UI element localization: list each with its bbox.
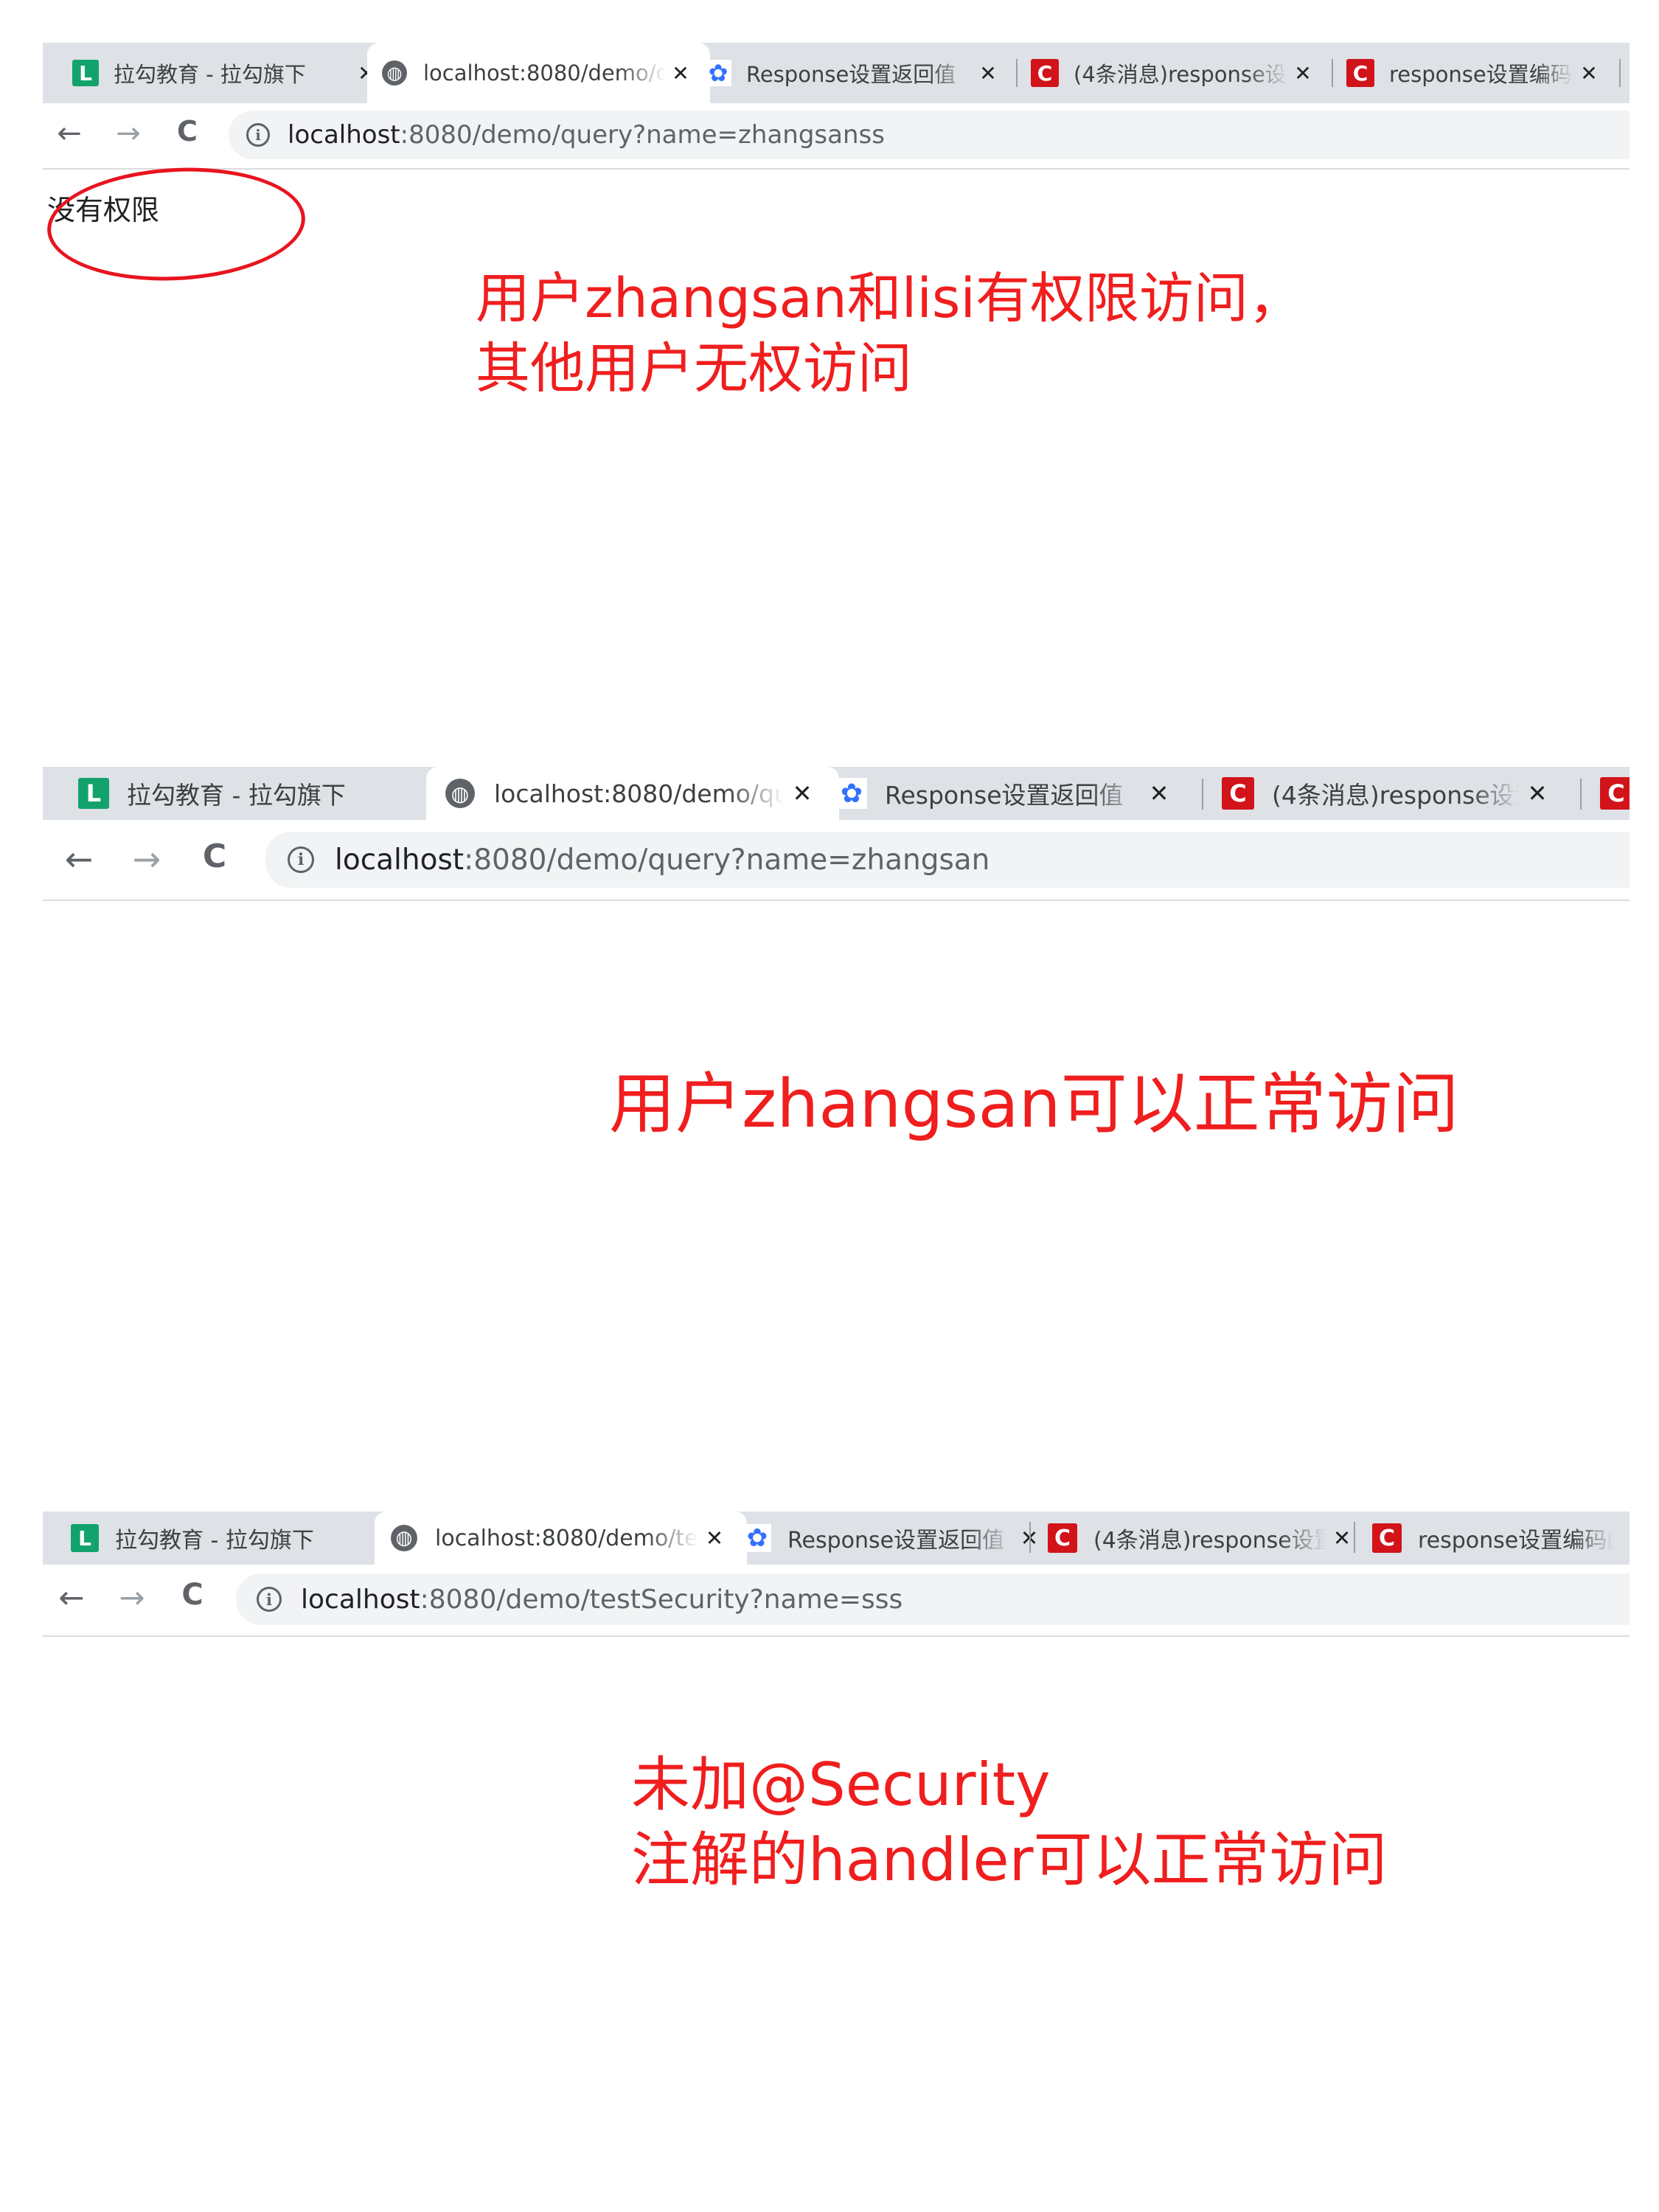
highlight-circle xyxy=(44,161,308,288)
tab-separator xyxy=(1354,1522,1355,1553)
csdn-icon: C xyxy=(1372,1523,1402,1553)
tab-separator xyxy=(1619,59,1621,87)
tab-lagou[interactable]: L 拉勾教育 - 拉勾旗下 ✕ xyxy=(59,43,394,103)
tab-localhost-active[interactable]: ◍ localhost:8080/demo/testSecurity?name=… xyxy=(375,1512,747,1565)
url-text[interactable]: localhost:8080/demo/testSecurity?name=ss… xyxy=(301,1585,902,1615)
lagou-icon: L xyxy=(78,778,109,809)
close-tab-icon[interactable]: ✕ xyxy=(1288,61,1318,86)
annotation-text: 用户zhangsan可以正常访问 xyxy=(609,1062,1459,1147)
close-tab-icon[interactable]: ✕ xyxy=(785,779,820,807)
tab-title: 拉勾教育 - 拉勾旗下 xyxy=(115,1528,314,1554)
address-bar[interactable]: i localhost:8080/demo/testSecurity?name=… xyxy=(236,1573,1630,1625)
url-text[interactable]: localhost:8080/demo/query?name=zhangsan xyxy=(335,844,990,877)
back-icon[interactable]: ← xyxy=(59,839,99,879)
browser-screenshot-2: L 拉勾教育 - 拉勾旗下 ✕ ◍ localhost:8080/demo/qu… xyxy=(43,767,1630,1489)
close-tab-icon[interactable]: ✕ xyxy=(1574,61,1604,86)
baidu-paw-icon: ✿ xyxy=(836,778,867,809)
annotation-text: 用户zhangsan和lisi有权限访问， 其他用户无权访问 xyxy=(476,264,1303,403)
tab-csdn-2[interactable]: C re xyxy=(1582,767,1630,820)
tab-title: (4条消息)response设置 xyxy=(1093,1528,1326,1554)
annotation-line: 其他用户无权访问 xyxy=(476,336,912,400)
reload-icon[interactable]: C xyxy=(195,838,234,875)
tab-title: Response设置返回值 xyxy=(787,1528,1005,1554)
url-text[interactable]: localhost:8080/demo/query?name=zhangsans… xyxy=(288,120,885,150)
tab-title: response设置编码的 xyxy=(1389,62,1574,87)
tab-lagou[interactable]: L 拉勾教育 - 拉勾旗下 ✕ xyxy=(78,767,462,820)
tab-title: localhost:8080/demo/query?name=zhangsan xyxy=(494,779,785,808)
tab-response-baidu[interactable]: ✿ Response设置返回值 ✕ xyxy=(818,767,1194,820)
csdn-icon: C xyxy=(1031,59,1059,87)
close-tab-icon[interactable]: ✕ xyxy=(973,61,1003,86)
tab-title: 拉勾教育 - 拉勾旗下 xyxy=(114,62,306,87)
tab-csdn-1[interactable]: C (4条消息)response设置 ✕ xyxy=(1018,43,1331,103)
browser-toolbar: ← → C i localhost:8080/demo/testSecurity… xyxy=(43,1565,1630,1637)
tab-csdn-1[interactable]: C (4条消息)response设置 ✕ xyxy=(1204,767,1573,820)
tab-title: Response设置返回值 xyxy=(746,62,956,87)
globe-icon: ◍ xyxy=(382,60,407,86)
annotation-line: 未加@Security xyxy=(631,1750,1051,1819)
forward-icon[interactable]: → xyxy=(114,1579,150,1615)
tab-strip: L 拉勾教育 - 拉勾旗下 ✕ ◍ localhost:8080/demo/te… xyxy=(43,1512,1630,1565)
close-tab-icon[interactable]: ✕ xyxy=(1520,779,1555,807)
url-host: localhost xyxy=(288,120,400,150)
close-tab-icon[interactable]: ✕ xyxy=(1141,779,1177,807)
annotation-text: 未加@Security 注解的handler可以正常访问 xyxy=(631,1747,1388,1899)
tab-separator xyxy=(1029,1522,1031,1553)
reload-icon[interactable]: C xyxy=(170,115,205,147)
tab-title: localhost:8080/demo/query?name=zhangsans… xyxy=(423,60,666,86)
back-icon[interactable]: ← xyxy=(53,1579,90,1615)
globe-icon: ◍ xyxy=(391,1525,417,1551)
tab-title: (4条消息)response设置 xyxy=(1272,781,1520,810)
tab-lagou[interactable]: L 拉勾教育 - 拉勾旗下 ✕ xyxy=(71,1512,417,1565)
browser-screenshot-1: L 拉勾教育 - 拉勾旗下 ✕ ◍ localhost:8080/demo/qu… xyxy=(43,43,1630,706)
csdn-icon: C xyxy=(1600,777,1630,810)
baidu-paw-icon: ✿ xyxy=(705,59,731,87)
csdn-icon: C xyxy=(1222,777,1254,810)
tab-title: localhost:8080/demo/testSecurity?name=ss… xyxy=(435,1525,698,1551)
tab-strip: L 拉勾教育 - 拉勾旗下 ✕ ◍ localhost:8080/demo/qu… xyxy=(43,767,1630,820)
back-icon[interactable]: ← xyxy=(52,116,87,150)
url-path: :8080/demo/query?name=zhangsan xyxy=(464,843,990,877)
csdn-icon: C xyxy=(1048,1523,1077,1553)
close-tab-icon[interactable]: ✕ xyxy=(698,1526,731,1551)
tab-separator xyxy=(1202,779,1203,810)
lagou-icon: L xyxy=(71,1524,99,1552)
browser-screenshot-3: L 拉勾教育 - 拉勾旗下 ✕ ◍ localhost:8080/demo/te… xyxy=(43,1512,1630,2175)
tab-localhost-active[interactable]: ◍ localhost:8080/demo/query?name=zhangsa… xyxy=(367,43,710,103)
tab-csdn-2[interactable]: C response设置编码的 ✕ xyxy=(1333,43,1617,103)
tab-response-baidu[interactable]: ✿ Response设置返回值 ✕ xyxy=(692,43,1016,103)
annotation-line: 注解的handler可以正常访问 xyxy=(631,1826,1388,1895)
info-icon[interactable]: i xyxy=(257,1587,282,1612)
tab-response-baidu[interactable]: ✿ Response设置返回值 ✕ xyxy=(728,1512,1060,1565)
reload-icon[interactable]: C xyxy=(174,1578,211,1612)
csdn-icon: C xyxy=(1346,59,1374,87)
info-icon[interactable]: i xyxy=(288,846,314,873)
tab-localhost-active[interactable]: ◍ localhost:8080/demo/query?name=zhangsa… xyxy=(426,767,839,820)
tab-title: 拉勾教育 - 拉勾旗下 xyxy=(127,781,346,810)
browser-toolbar: ← → C i localhost:8080/demo/query?name=z… xyxy=(43,820,1630,901)
address-bar[interactable]: i localhost:8080/demo/query?name=zhangsa… xyxy=(229,111,1630,159)
url-host: localhost xyxy=(301,1584,420,1615)
tab-title: response设置编码的 xyxy=(1418,1528,1613,1554)
forward-icon[interactable]: → xyxy=(127,839,167,879)
annotation-line: 用户zhangsan和lisi有权限访问， xyxy=(476,267,1303,330)
baidu-paw-icon: ✿ xyxy=(743,1523,771,1553)
url-host: localhost xyxy=(335,843,465,877)
tab-csdn-2[interactable]: C response设置编码的 xyxy=(1356,1512,1630,1565)
browser-toolbar: ← → C i localhost:8080/demo/query?name=z… xyxy=(43,103,1630,170)
info-icon[interactable]: i xyxy=(246,123,270,147)
tab-title: (4条消息)response设置 xyxy=(1074,62,1288,87)
tab-separator xyxy=(1580,779,1582,810)
lagou-icon: L xyxy=(72,60,99,86)
forward-icon[interactable]: → xyxy=(111,116,146,150)
url-path: :8080/demo/testSecurity?name=sss xyxy=(420,1584,903,1615)
tab-strip: L 拉勾教育 - 拉勾旗下 ✕ ◍ localhost:8080/demo/qu… xyxy=(43,43,1630,103)
annotation-line: 用户zhangsan可以正常访问 xyxy=(609,1065,1459,1143)
tab-title: Response设置返回值 xyxy=(885,781,1124,810)
url-path: :8080/demo/query?name=zhangsanss xyxy=(400,120,885,150)
tab-csdn-1[interactable]: C (4条消息)response设置 ✕ xyxy=(1032,1512,1374,1565)
address-bar[interactable]: i localhost:8080/demo/query?name=zhangsa… xyxy=(265,832,1630,888)
globe-icon: ◍ xyxy=(445,779,475,808)
close-tab-icon[interactable]: ✕ xyxy=(666,61,695,86)
